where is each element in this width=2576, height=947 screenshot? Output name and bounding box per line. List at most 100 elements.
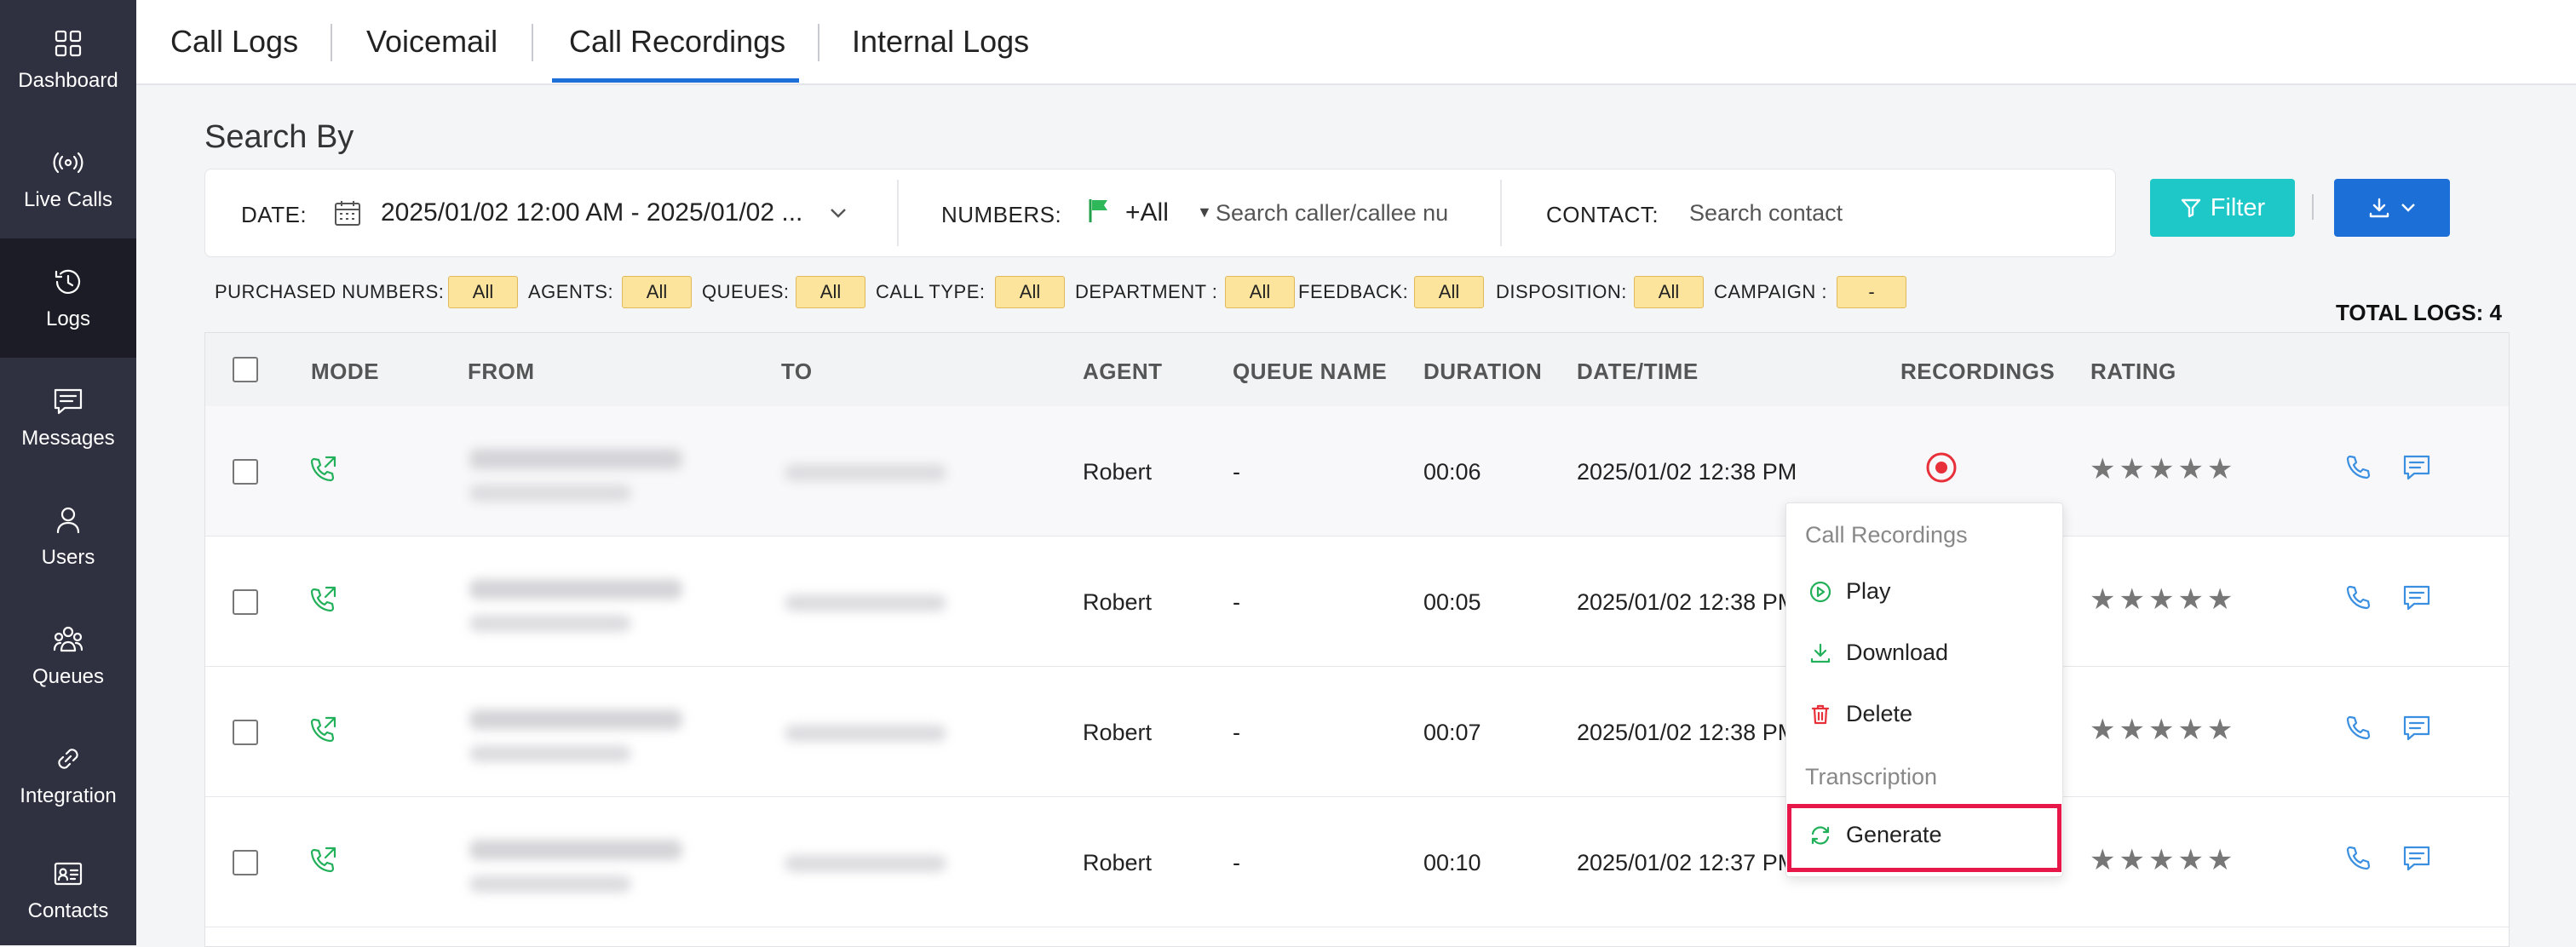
redacted-to [785,594,946,611]
sidebar-item-label: Queues [32,665,105,688]
row-checkbox[interactable] [233,459,258,485]
menu-item-play[interactable]: Play [1808,578,1891,605]
row-checkbox[interactable] [233,720,258,745]
sidebar-item-dashboard[interactable]: Dashboard [0,0,136,119]
message-icon[interactable] [2401,583,2432,617]
date-label: DATE: [241,202,308,227]
export-download-button[interactable] [2334,179,2450,237]
purchased-numbers-label: PURCHASED NUMBERS: [215,281,445,302]
sidebar-item-messages[interactable]: Messages [0,358,136,477]
menu-item-label: Download [1846,640,1949,665]
table-row[interactable]: Robert - 00:07 2025/01/02 12:38 PM ★★★★★ [205,667,2509,797]
funnel-icon [2181,198,2200,218]
caret-down-icon[interactable]: ▼ [1197,204,1212,221]
table-row[interactable]: Robert - 00:06 2025/01/02 12:38 PM ★★★★★ [205,406,2509,537]
sidebar-item-logs[interactable]: Logs [0,238,136,358]
filter-button[interactable]: Filter [2150,179,2295,237]
call-recordings-table: MODE FROM TO AGENT QUEUE NAME DURATION D… [204,332,2510,947]
agents-chip[interactable]: All [622,276,692,308]
numbers-value[interactable]: +All [1125,198,1169,227]
campaign-label: CAMPAIGN : [1714,281,1827,302]
numbers-label: NUMBERS: [941,202,1062,227]
tab-divider [818,24,819,61]
menu-item-download[interactable]: Download [1808,640,1948,666]
duration: 00:07 [1423,720,1481,745]
redacted-to [785,464,946,481]
message-icon[interactable] [2401,452,2432,487]
tab-divider [532,24,533,61]
sidebar-item-queues[interactable]: Queues [0,596,136,715]
rating-stars[interactable]: ★★★★★ [2090,452,2236,486]
sidebar-item-label: Live Calls [23,188,113,211]
redacted-from-sub [469,875,631,892]
record-icon[interactable] [1924,451,1958,485]
select-all-checkbox[interactable] [233,357,258,382]
tab-internal-logs[interactable]: Internal Logs [852,24,1029,60]
sidebar: Dashboard Live Calls Logs Messages Users… [0,0,136,945]
sidebar-item-integration[interactable]: Integration [0,715,136,835]
row-checkbox[interactable] [233,850,258,875]
disposition-chip[interactable]: All [1634,276,1704,308]
call-type-chip[interactable]: All [995,276,1065,308]
tab-call-recordings[interactable]: Call Recordings [569,24,785,60]
download-icon [1810,643,1831,663]
contact-search-input[interactable]: Search contact [1689,200,1843,227]
rating-stars[interactable]: ★★★★★ [2090,843,2236,877]
message-icon[interactable] [2401,713,2432,748]
tab-voicemail[interactable]: Voicemail [366,24,497,60]
redacted-from [469,449,682,469]
queues-chip[interactable]: All [796,276,865,308]
redacted-to [785,725,946,742]
redacted-from-sub [469,745,631,762]
menu-section-call-recordings: Call Recordings [1805,522,1968,548]
call-icon[interactable] [2343,583,2374,617]
row-checkbox[interactable] [233,589,258,615]
number-search-input[interactable]: Search caller/callee nu [1216,200,1448,227]
menu-section-transcription: Transcription [1805,764,1938,789]
sidebar-item-label: Messages [21,427,115,450]
rating-stars[interactable]: ★★★★★ [2090,713,2236,747]
call-icon[interactable] [2343,843,2374,878]
feedback-chip[interactable]: All [1414,276,1484,308]
duration: 00:06 [1423,459,1481,485]
calendar-icon[interactable] [333,198,362,227]
call-type-label: CALL TYPE: [876,281,986,302]
table-row[interactable]: Robert - 00:10 2025/01/02 12:37 PM ★★★★★ [205,797,2509,927]
rating-stars[interactable]: ★★★★★ [2090,583,2236,617]
sidebar-item-contacts[interactable]: Contacts [0,835,136,945]
logs-icon [55,269,81,294]
datetime: 2025/01/02 12:37 PM [1577,850,1797,875]
department-chip[interactable]: All [1225,276,1295,308]
outgoing-call-icon [308,584,338,619]
table-row[interactable]: Robert - 00:05 2025/01/02 12:38 PM ★★★★★ [205,537,2509,667]
call-icon[interactable] [2343,713,2374,748]
sidebar-item-live-calls[interactable]: Live Calls [0,119,136,238]
call-icon[interactable] [2343,452,2374,487]
purchased-numbers-chip[interactable]: All [448,276,518,308]
filter-divider [897,180,899,246]
dashboard-icon [55,30,82,57]
queue-name: - [1233,459,1240,485]
search-heading: Search By [204,119,354,155]
queue-name: - [1233,720,1240,745]
redacted-from [469,840,682,860]
date-range-value[interactable]: 2025/01/02 12:00 AM - 2025/01/02 ... [381,198,802,227]
agent-name: Robert [1083,589,1153,615]
redacted-from [469,579,682,600]
sidebar-item-label: Logs [45,307,91,330]
message-icon[interactable] [2401,843,2432,878]
sidebar-item-users[interactable]: Users [0,477,136,596]
button-divider [2312,194,2314,220]
highlight-generate [1787,804,2061,872]
chevron-down-icon[interactable] [829,205,848,221]
duration: 00:05 [1423,589,1481,615]
campaign-chip[interactable]: - [1837,276,1906,308]
sidebar-item-label: Contacts [27,899,109,922]
tab-call-logs[interactable]: Call Logs [170,24,298,60]
active-tab-indicator [552,78,799,83]
filter-button-label: Filter [2210,193,2266,221]
redacted-from-sub [469,615,631,632]
menu-item-delete[interactable]: Delete [1808,701,1912,727]
outgoing-call-icon [308,454,338,489]
col-from: FROM [468,359,535,384]
